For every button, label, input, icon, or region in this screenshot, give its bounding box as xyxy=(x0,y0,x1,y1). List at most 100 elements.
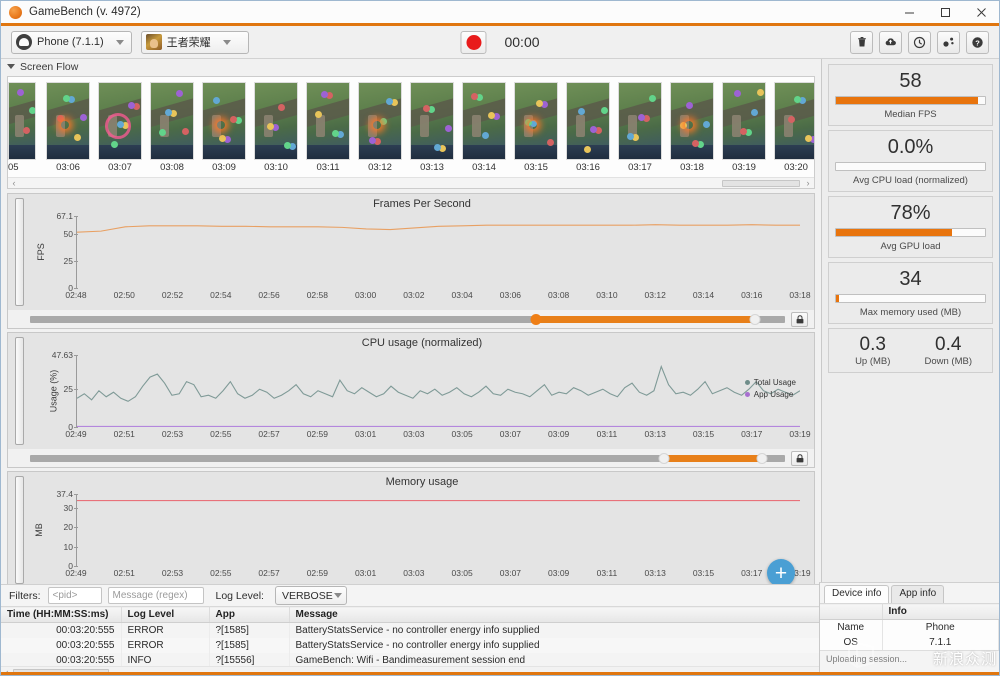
range-slider-end-handle[interactable] xyxy=(749,313,761,325)
range-slider-end-handle[interactable] xyxy=(756,452,768,464)
maximize-icon[interactable] xyxy=(927,1,963,23)
range-slider-selection[interactable] xyxy=(664,454,763,462)
frame-thumbnail[interactable] xyxy=(98,82,142,160)
help-button[interactable]: ? xyxy=(966,30,989,54)
upload-button[interactable] xyxy=(879,30,902,54)
chart-vertical-handle[interactable] xyxy=(14,337,24,445)
plot-canvas[interactable]: 0 25 50 67.1 xyxy=(56,211,800,293)
avg-cpu-load-bar xyxy=(835,162,986,171)
avg-cpu-load-value: 0.0% xyxy=(887,136,934,158)
chart-range-slider-row xyxy=(8,449,814,467)
tab-app-info[interactable]: App info xyxy=(891,585,945,603)
chart-lock-button[interactable] xyxy=(791,450,808,466)
delete-button[interactable] xyxy=(850,30,873,54)
legend-entry: App Usage xyxy=(744,390,796,399)
screen-flow-frame[interactable]: 03:10 xyxy=(250,77,302,173)
minimize-icon[interactable] xyxy=(891,1,927,23)
frame-thumbnail[interactable] xyxy=(670,82,714,160)
pid-filter-input[interactable]: <pid> xyxy=(47,587,102,604)
screen-flow-frame[interactable]: 03:09 xyxy=(198,77,250,173)
screen-flow-frame[interactable]: 03:13 xyxy=(406,77,458,173)
screen-flow-scrollbar[interactable]: ‹ › xyxy=(8,177,814,188)
frame-thumbnail[interactable] xyxy=(150,82,194,160)
screen-flow-frame[interactable]: 03:12 xyxy=(354,77,406,173)
log-table-body[interactable]: 00:03:20:555 ERROR ?[1585] BatteryStatsServ… xyxy=(1,622,821,668)
frame-thumbnail[interactable] xyxy=(358,82,402,160)
range-slider-track[interactable] xyxy=(30,313,785,325)
chart-vertical-handle[interactable] xyxy=(14,476,24,584)
range-slider-track[interactable] xyxy=(30,452,785,464)
x-tick-label: 03:05 xyxy=(451,429,473,439)
chart-lock-button[interactable] xyxy=(791,311,808,327)
plot-canvas[interactable]: 0 10 20 30 37.4 xyxy=(56,489,800,571)
frame-thumbnail[interactable] xyxy=(254,82,298,160)
log-level-selector[interactable]: VERBOSE xyxy=(274,586,347,605)
median-fps-label: Median FPS xyxy=(884,109,937,120)
log-column-header[interactable]: App xyxy=(209,606,290,623)
close-icon[interactable] xyxy=(963,1,999,23)
frame-thumbnail[interactable] xyxy=(566,82,610,160)
screen-flow-frame[interactable]: 03:19 xyxy=(718,77,770,173)
frame-thumbnail[interactable] xyxy=(410,82,454,160)
frame-marker xyxy=(159,129,166,136)
range-slider-selection[interactable] xyxy=(535,315,755,323)
frame-marker xyxy=(788,116,795,123)
log-row[interactable]: 00:03:20:555 ERROR ?[1585] BatteryStatsServ… xyxy=(1,622,821,638)
x-tick-label: 02:51 xyxy=(113,568,135,578)
screen-flow-frame[interactable]: 03:16 xyxy=(562,77,614,173)
chevron-right-icon[interactable]: › xyxy=(802,178,814,188)
screen-flow-frame[interactable]: 03:15 xyxy=(510,77,562,173)
app-selector[interactable]: 王者荣耀 xyxy=(140,30,249,54)
frame-thumbnail[interactable] xyxy=(46,82,90,160)
frame-marker xyxy=(692,140,699,147)
screen-flow-header[interactable]: Screen Flow xyxy=(1,59,821,74)
screen-flow-frame[interactable]: 03:17 xyxy=(614,77,666,173)
frame-thumbnail[interactable] xyxy=(202,82,246,160)
screen-flow-frame[interactable]: 03:08 xyxy=(146,77,198,173)
log-column-header[interactable]: Message xyxy=(289,606,821,623)
frame-thumbnail[interactable] xyxy=(462,82,506,160)
range-slider-start-handle[interactable] xyxy=(658,452,670,464)
y-tick-label: 37.4 xyxy=(56,489,78,499)
frame-thumbnail[interactable] xyxy=(306,82,350,160)
tab-device-info[interactable]: Device info xyxy=(824,585,890,603)
frame-thumbnail[interactable] xyxy=(514,82,558,160)
frame-thumbnail[interactable] xyxy=(8,82,36,160)
frame-thumbnail[interactable] xyxy=(774,82,814,160)
max-memory-used-bar xyxy=(835,294,986,303)
screen-flow-frame[interactable]: 03:06 xyxy=(42,77,94,173)
log-column-header[interactable]: Log Level xyxy=(121,606,210,623)
chart-title: Memory usage xyxy=(385,476,459,488)
chart-vertical-handle[interactable] xyxy=(14,198,24,306)
screen-flow-frame[interactable]: 03:14 xyxy=(458,77,510,173)
y-tick-label: 50 xyxy=(63,229,79,240)
device-info-tabs[interactable]: Device info App info xyxy=(820,583,999,603)
log-level-value: VERBOSE xyxy=(281,589,333,602)
legend-entry: Total Usage xyxy=(744,378,796,387)
thumbnail-strip[interactable]: 05 03:06 03:07 03:08 03:09 03:10 03:11 03:12 03:… xyxy=(8,77,814,177)
screen-flow-frame[interactable]: 03:20 xyxy=(770,77,814,173)
log-row[interactable]: 00:03:20:555 ERROR ?[1585] BatteryStatsServ… xyxy=(1,638,821,653)
scrollbar-thumb[interactable] xyxy=(722,180,800,187)
network-down-value: 0.4 xyxy=(935,334,962,355)
plot-canvas[interactable]: 0 25 47.63 xyxy=(52,350,800,432)
screen-flow-frame[interactable]: 03:18 xyxy=(666,77,718,173)
message-filter-input[interactable]: Message (regex) xyxy=(107,587,204,604)
device-selector[interactable]: Phone (7.1.1) xyxy=(11,30,132,54)
screen-flow-frame[interactable]: 03:11 xyxy=(302,77,354,173)
x-tick-label: 03:16 xyxy=(741,290,763,300)
log-column-header[interactable]: Time (HH:MM:SS:ms) xyxy=(1,606,122,623)
add-annotation-button[interactable]: + xyxy=(767,559,795,587)
chevron-left-icon[interactable]: ‹ xyxy=(8,178,20,188)
frame-thumbnail[interactable] xyxy=(722,82,766,160)
main-toolbar: Phone (7.1.1) 王者荣耀 00:00 ? xyxy=(1,26,999,59)
record-button[interactable] xyxy=(460,30,487,54)
settings-button[interactable] xyxy=(937,30,960,54)
frame-thumbnail[interactable] xyxy=(618,82,662,160)
frame-marker xyxy=(578,108,585,115)
plot-area: CPU usage (normalized) Usage (%) 0 25 47.63 0… xyxy=(30,333,814,449)
range-slider-start-handle[interactable] xyxy=(530,313,542,325)
history-button[interactable] xyxy=(908,30,931,54)
screen-flow-frame[interactable]: 03:07 xyxy=(94,77,146,173)
screen-flow-frame[interactable]: 05 xyxy=(8,77,42,173)
